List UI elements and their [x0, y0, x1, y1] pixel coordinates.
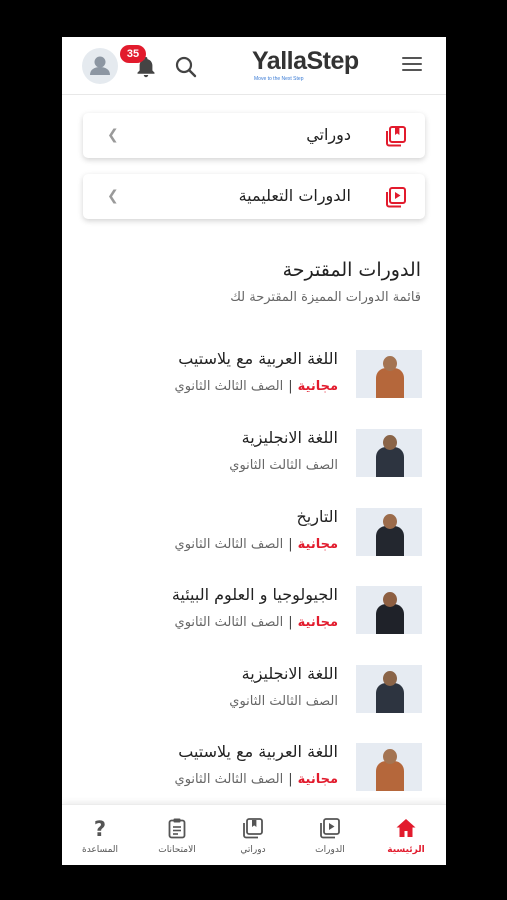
course-grade: الصف الثالث الثانوي — [229, 694, 338, 709]
avatar[interactable] — [82, 48, 118, 84]
course-grade: الصف الثالث الثانوي — [229, 458, 338, 473]
course-title: اللغة العربية مع يلاستيب — [178, 349, 338, 368]
free-label: مجانية — [297, 537, 338, 552]
section-title: الدورات المقترحة — [282, 259, 421, 281]
nav-help[interactable]: ? المساعدة — [62, 805, 138, 865]
nav-help-label: المساعدة — [81, 845, 119, 855]
nav-home[interactable]: الرئيسية — [368, 805, 444, 865]
chevron-left-icon: ❮ — [107, 188, 119, 204]
course-item[interactable]: التاريخ مجانية|الصف الثالث الثانوي — [62, 507, 446, 578]
logo-tagline: Move to the Next Step — [254, 76, 304, 82]
free-label: مجانية — [297, 379, 338, 394]
course-title: اللغة الانجليزية — [241, 664, 338, 683]
nav-my-courses[interactable]: دوراتي — [215, 805, 291, 865]
video-playlist-icon — [320, 818, 340, 839]
course-thumbnail — [356, 665, 422, 713]
course-title: التاريخ — [296, 507, 338, 526]
educational-courses-card[interactable]: الدورات التعليمية ❮ — [83, 174, 425, 219]
nav-courses-label: الدورات — [315, 845, 345, 855]
book-icon — [243, 818, 263, 839]
course-item[interactable]: اللغة الانجليزية الصف الثالث الثانوي — [62, 428, 446, 499]
yallastep-logo[interactable]: YallaStep Move to the Next Step — [252, 47, 382, 85]
notification-badge: 35 — [120, 45, 146, 63]
nav-courses[interactable]: الدورات — [292, 805, 368, 865]
chevron-left-icon: ❮ — [107, 127, 119, 143]
app-screen: YallaStep Move to the Next Step 35 دورات… — [62, 37, 446, 865]
course-meta: مجانية|الصف الثالث الثانوي — [174, 772, 338, 787]
hamburger-menu-icon[interactable] — [402, 57, 422, 73]
course-item[interactable]: اللغة الانجليزية الصف الثالث الثانوي — [62, 664, 446, 735]
course-meta: الصف الثالث الثانوي — [229, 694, 338, 709]
course-grade: الصف الثالث الثانوي — [174, 379, 284, 394]
help-icon: ? — [94, 817, 106, 839]
video-playlist-icon — [386, 187, 406, 208]
course-thumbnail — [356, 743, 422, 791]
nav-my-courses-label: دوراتي — [240, 845, 266, 855]
nav-exams-label: الامتحانات — [158, 845, 196, 855]
course-title: الجيولوجيا و العلوم البيئية — [171, 585, 338, 604]
book-icon — [386, 126, 406, 147]
top-header: YallaStep Move to the Next Step 35 — [62, 37, 446, 95]
course-thumbnail — [356, 508, 422, 556]
course-thumbnail — [356, 586, 422, 634]
course-meta: مجانية|الصف الثالث الثانوي — [174, 537, 338, 552]
course-thumbnail — [356, 350, 422, 398]
course-meta: الصف الثالث الثانوي — [229, 458, 338, 473]
search-icon[interactable] — [174, 55, 198, 79]
svg-text:?: ? — [94, 817, 106, 839]
nav-exams[interactable]: الامتحانات — [139, 805, 215, 865]
course-grade: الصف الثالث الثانوي — [174, 615, 284, 630]
course-item[interactable]: اللغة العربية مع يلاستيب مجانية|الصف الث… — [62, 742, 446, 813]
course-meta: مجانية|الصف الثالث الثانوي — [174, 615, 338, 630]
course-thumbnail — [356, 429, 422, 477]
course-grade: الصف الثالث الثانوي — [174, 537, 284, 552]
educational-courses-label: الدورات التعليمية — [238, 186, 351, 205]
course-item[interactable]: الجيولوجيا و العلوم البيئية مجانية|الصف … — [62, 585, 446, 656]
section-subtitle: قائمة الدورات المميزة المقترحة لك — [230, 290, 421, 305]
nav-home-label: الرئيسية — [387, 845, 425, 855]
clipboard-icon — [168, 818, 186, 839]
my-courses-label: دوراتي — [306, 125, 351, 144]
course-title: اللغة الانجليزية — [241, 428, 338, 447]
course-meta: مجانية|الصف الثالث الثانوي — [174, 379, 338, 394]
course-grade: الصف الثالث الثانوي — [174, 772, 284, 787]
free-label: مجانية — [297, 615, 338, 630]
user-icon — [90, 56, 110, 75]
course-title: اللغة العربية مع يلاستيب — [178, 742, 338, 761]
free-label: مجانية — [297, 772, 338, 787]
bottom-navigation: الرئيسية الدورات دوراتي الامتحانات ? الم… — [62, 804, 446, 865]
my-courses-card[interactable]: دوراتي ❮ — [83, 113, 425, 158]
logo-text: YallaStep — [252, 47, 359, 75]
home-icon — [396, 819, 416, 837]
course-item[interactable]: اللغة العربية مع يلاستيب مجانية|الصف الث… — [62, 349, 446, 420]
